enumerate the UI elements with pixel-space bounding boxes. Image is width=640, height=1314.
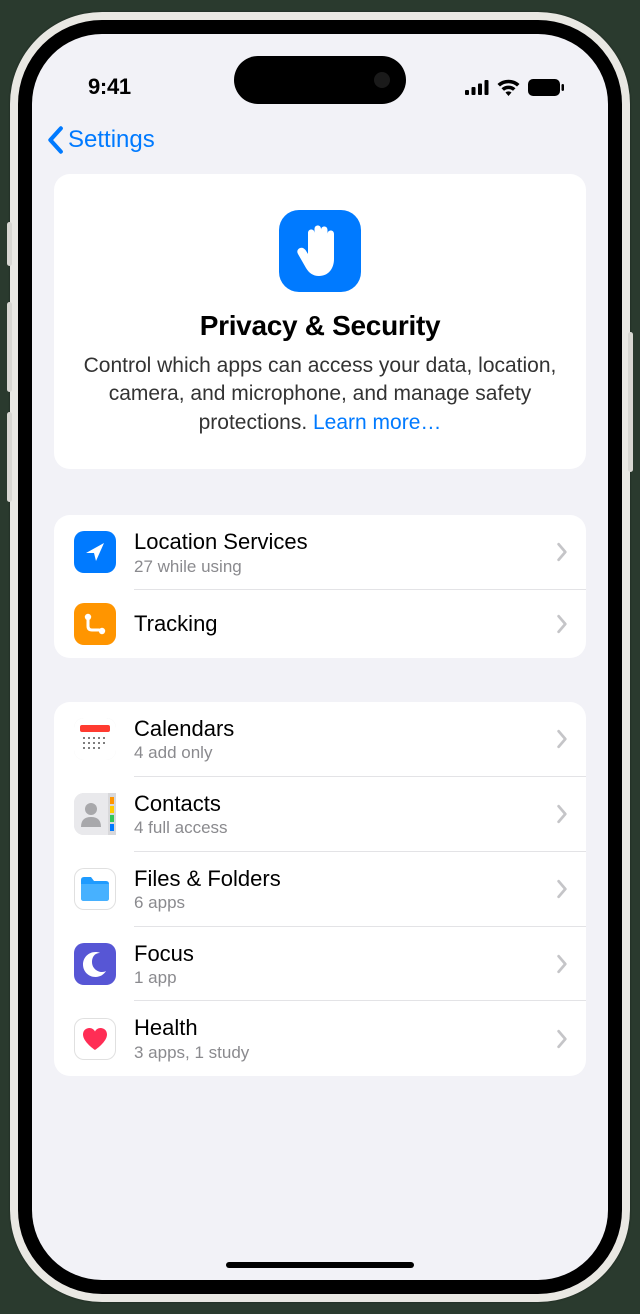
- row-contacts[interactable]: Contacts 4 full access: [54, 777, 586, 852]
- location-arrow-icon: [74, 531, 116, 573]
- folder-icon: [74, 868, 116, 910]
- back-label: Settings: [68, 126, 155, 154]
- chevron-right-icon: [556, 1029, 568, 1049]
- hero-title: Privacy & Security: [80, 310, 560, 342]
- back-button[interactable]: Settings: [46, 126, 155, 154]
- moon-icon: [74, 943, 116, 985]
- mute-switch: [7, 222, 12, 266]
- chevron-right-icon: [556, 614, 568, 634]
- contacts-icon: [74, 793, 116, 835]
- dynamic-island: [234, 56, 406, 104]
- cellular-icon: [465, 80, 489, 95]
- row-tracking[interactable]: Tracking: [54, 590, 586, 658]
- status-time: 9:41: [88, 74, 131, 100]
- row-title: Files & Folders: [134, 865, 538, 893]
- section-data-access: Calendars 4 add only Contacts 4 full acc…: [54, 702, 586, 1076]
- wifi-icon: [497, 79, 520, 96]
- volume-down-button: [7, 412, 12, 502]
- calendar-icon: [74, 718, 116, 760]
- row-title: Focus: [134, 940, 538, 968]
- chevron-right-icon: [556, 879, 568, 899]
- row-subtitle: 3 apps, 1 study: [134, 1043, 538, 1063]
- row-subtitle: 27 while using: [134, 557, 538, 577]
- row-title: Location Services: [134, 528, 538, 556]
- row-subtitle: 4 add only: [134, 743, 538, 763]
- hero-card: Privacy & Security Control which apps ca…: [54, 174, 586, 469]
- chevron-right-icon: [556, 542, 568, 562]
- chevron-left-icon: [46, 126, 64, 154]
- row-health[interactable]: Health 3 apps, 1 study: [54, 1001, 586, 1076]
- row-subtitle: 4 full access: [134, 818, 538, 838]
- heart-icon: [74, 1018, 116, 1060]
- chevron-right-icon: [556, 804, 568, 824]
- row-title: Calendars: [134, 715, 538, 743]
- row-title: Tracking: [134, 610, 538, 638]
- nav-bar: Settings: [32, 112, 608, 174]
- learn-more-link[interactable]: Learn more…: [313, 411, 441, 434]
- chevron-right-icon: [556, 954, 568, 974]
- row-calendars[interactable]: Calendars 4 add only: [54, 702, 586, 777]
- row-focus[interactable]: Focus 1 app: [54, 927, 586, 1002]
- screen: 9:41 Settings Privacy & S: [32, 34, 608, 1280]
- row-title: Contacts: [134, 790, 538, 818]
- section-location: Location Services 27 while using Trackin…: [54, 515, 586, 658]
- row-title: Health: [134, 1014, 538, 1042]
- privacy-hand-icon: [279, 210, 361, 292]
- home-indicator[interactable]: [226, 1262, 414, 1268]
- power-button: [628, 332, 633, 472]
- row-subtitle: 6 apps: [134, 893, 538, 913]
- chevron-right-icon: [556, 729, 568, 749]
- battery-icon: [528, 79, 564, 96]
- tracking-icon: [74, 603, 116, 645]
- row-files-folders[interactable]: Files & Folders 6 apps: [54, 852, 586, 927]
- phone-frame: 9:41 Settings Privacy & S: [10, 12, 630, 1302]
- hero-description: Control which apps can access your data,…: [80, 352, 560, 437]
- row-subtitle: 1 app: [134, 968, 538, 988]
- row-location-services[interactable]: Location Services 27 while using: [54, 515, 586, 590]
- volume-up-button: [7, 302, 12, 392]
